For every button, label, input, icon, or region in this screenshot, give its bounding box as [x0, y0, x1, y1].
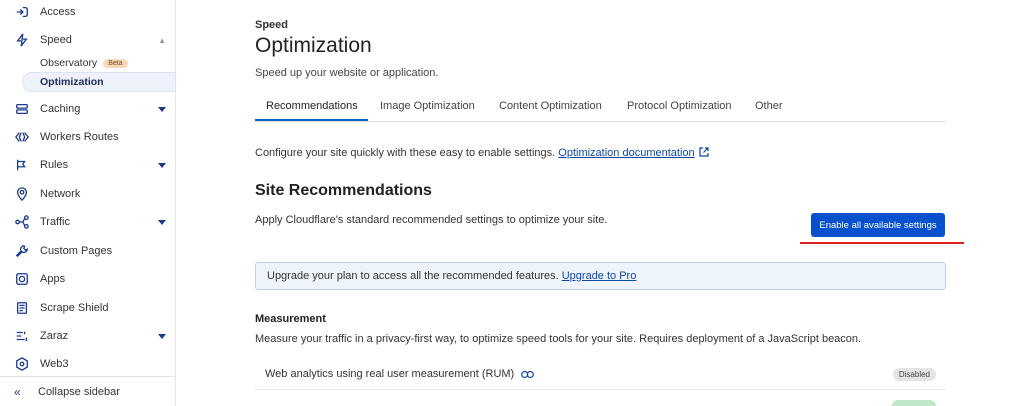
- section-title: Site Recommendations: [255, 182, 432, 199]
- sidebar-item-label: Web3: [40, 358, 69, 370]
- sidebar-item-caching[interactable]: Caching: [0, 97, 176, 121]
- sidebar-item-network[interactable]: Network: [0, 182, 176, 206]
- intro-text-label: Configure your site quickly with these e…: [255, 147, 556, 159]
- sidebar-item-web3[interactable]: Web3: [0, 352, 176, 376]
- red-underline-annotation: [800, 242, 964, 244]
- tab-protocol-optimization[interactable]: Protocol Optimization: [627, 100, 732, 112]
- lightning-icon: [14, 32, 30, 48]
- status-badge: Disabled: [892, 368, 936, 381]
- traffic-icon: [14, 214, 30, 230]
- row-label: Web analytics using real user measuremen…: [265, 368, 535, 380]
- caching-icon: [14, 101, 30, 117]
- optimization-documentation-link[interactable]: Optimization documentation: [558, 147, 694, 159]
- upgrade-banner-text: Upgrade your plan to access all the reco…: [267, 270, 636, 282]
- double-chevron-left-icon: «: [14, 384, 21, 399]
- sidebar-item-apps[interactable]: Apps: [0, 267, 176, 291]
- chevron-up-icon: ▲: [158, 35, 166, 45]
- page-subtitle: Speed up your website or application.: [255, 67, 439, 79]
- beta-badge: Beta: [103, 58, 128, 68]
- caret-down-icon: [158, 333, 166, 339]
- network-icon: [14, 186, 30, 202]
- sidebar-subitem-label: Optimization: [40, 76, 104, 88]
- apps-icon: [14, 271, 30, 287]
- wrench-icon: [14, 243, 30, 259]
- sidebar-item-traffic[interactable]: Traffic: [0, 210, 176, 234]
- sidebar-item-label: Workers Routes: [40, 131, 119, 143]
- upgrade-to-pro-link[interactable]: Upgrade to Pro: [562, 270, 637, 282]
- upgrade-message: Upgrade your plan to access all the reco…: [267, 270, 559, 282]
- breadcrumb: Speed: [255, 19, 289, 31]
- sidebar-item-access[interactable]: Access: [0, 0, 176, 24]
- sidebar-item-label: Traffic: [40, 216, 70, 228]
- workers-icon: [14, 129, 30, 145]
- tab-content-optimization[interactable]: Content Optimization: [499, 100, 602, 112]
- web3-icon: [14, 356, 30, 372]
- measurement-heading: Measurement: [255, 313, 326, 325]
- tab-other[interactable]: Other: [755, 100, 783, 112]
- sidebar-item-zaraz[interactable]: Zaraz: [0, 324, 176, 348]
- sidebar-item-label: Apps: [40, 273, 66, 285]
- page-title: Optimization: [255, 34, 372, 57]
- sidebar-item-scrape-shield[interactable]: Scrape Shield: [0, 296, 176, 320]
- sidebar: Access Speed ▲ Observatory Beta Optimiza…: [0, 0, 176, 406]
- collapse-sidebar-button[interactable]: « Collapse sidebar: [0, 376, 176, 406]
- list-item[interactable]: [255, 394, 946, 406]
- caret-down-icon: [158, 106, 166, 112]
- sidebar-item-label: Access: [40, 6, 76, 18]
- caret-down-icon: [158, 162, 166, 168]
- document-icon: [14, 300, 30, 316]
- main-content: Speed Optimization Speed up your website…: [176, 0, 1024, 406]
- tab-image-optimization[interactable]: Image Optimization: [380, 100, 475, 112]
- sidebar-item-rules[interactable]: Rules: [0, 153, 176, 177]
- link-icon: [521, 370, 535, 378]
- sidebar-item-label: Network: [40, 188, 81, 200]
- measurement-description: Measure your traffic in a privacy-first …: [255, 333, 862, 345]
- external-link-icon: [699, 147, 709, 157]
- intro-text: Configure your site quickly with these e…: [255, 147, 709, 159]
- caret-down-icon: [158, 219, 166, 225]
- list-item[interactable]: Web analytics using real user measuremen…: [255, 360, 946, 390]
- sidebar-item-label: Speed: [40, 34, 72, 46]
- tab-bar: Recommendations Image Optimization Conte…: [255, 96, 946, 122]
- sidebar-item-custom-pages[interactable]: Custom Pages: [0, 239, 176, 263]
- upgrade-banner: Upgrade your plan to access all the reco…: [255, 262, 946, 290]
- active-tab-indicator: [255, 119, 368, 121]
- sidebar-subitem-observatory[interactable]: Observatory Beta: [40, 57, 128, 69]
- collapse-sidebar-label: Collapse sidebar: [38, 385, 120, 398]
- tab-recommendations[interactable]: Recommendations: [266, 100, 358, 112]
- sidebar-item-label: Caching: [40, 103, 81, 115]
- sidebar-item-speed[interactable]: Speed ▲: [0, 28, 176, 52]
- status-badge: [892, 400, 936, 406]
- sidebar-item-label: Rules: [40, 159, 69, 171]
- section-description: Apply Cloudflare's standard recommended …: [255, 214, 608, 226]
- zaraz-icon: [14, 328, 30, 344]
- sidebar-item-label: Zaraz: [40, 330, 69, 342]
- sidebar-item-label: Custom Pages: [40, 245, 113, 257]
- enable-all-settings-button[interactable]: Enable all available settings: [811, 213, 945, 237]
- sidebar-subitem-label: Observatory: [40, 57, 98, 69]
- web-analytics-label: Web analytics using real user measuremen…: [265, 368, 515, 380]
- sidebar-item-workers-routes[interactable]: Workers Routes: [0, 125, 176, 149]
- access-icon: [14, 4, 30, 20]
- rules-icon: [14, 157, 30, 173]
- sidebar-item-label: Scrape Shield: [40, 302, 109, 314]
